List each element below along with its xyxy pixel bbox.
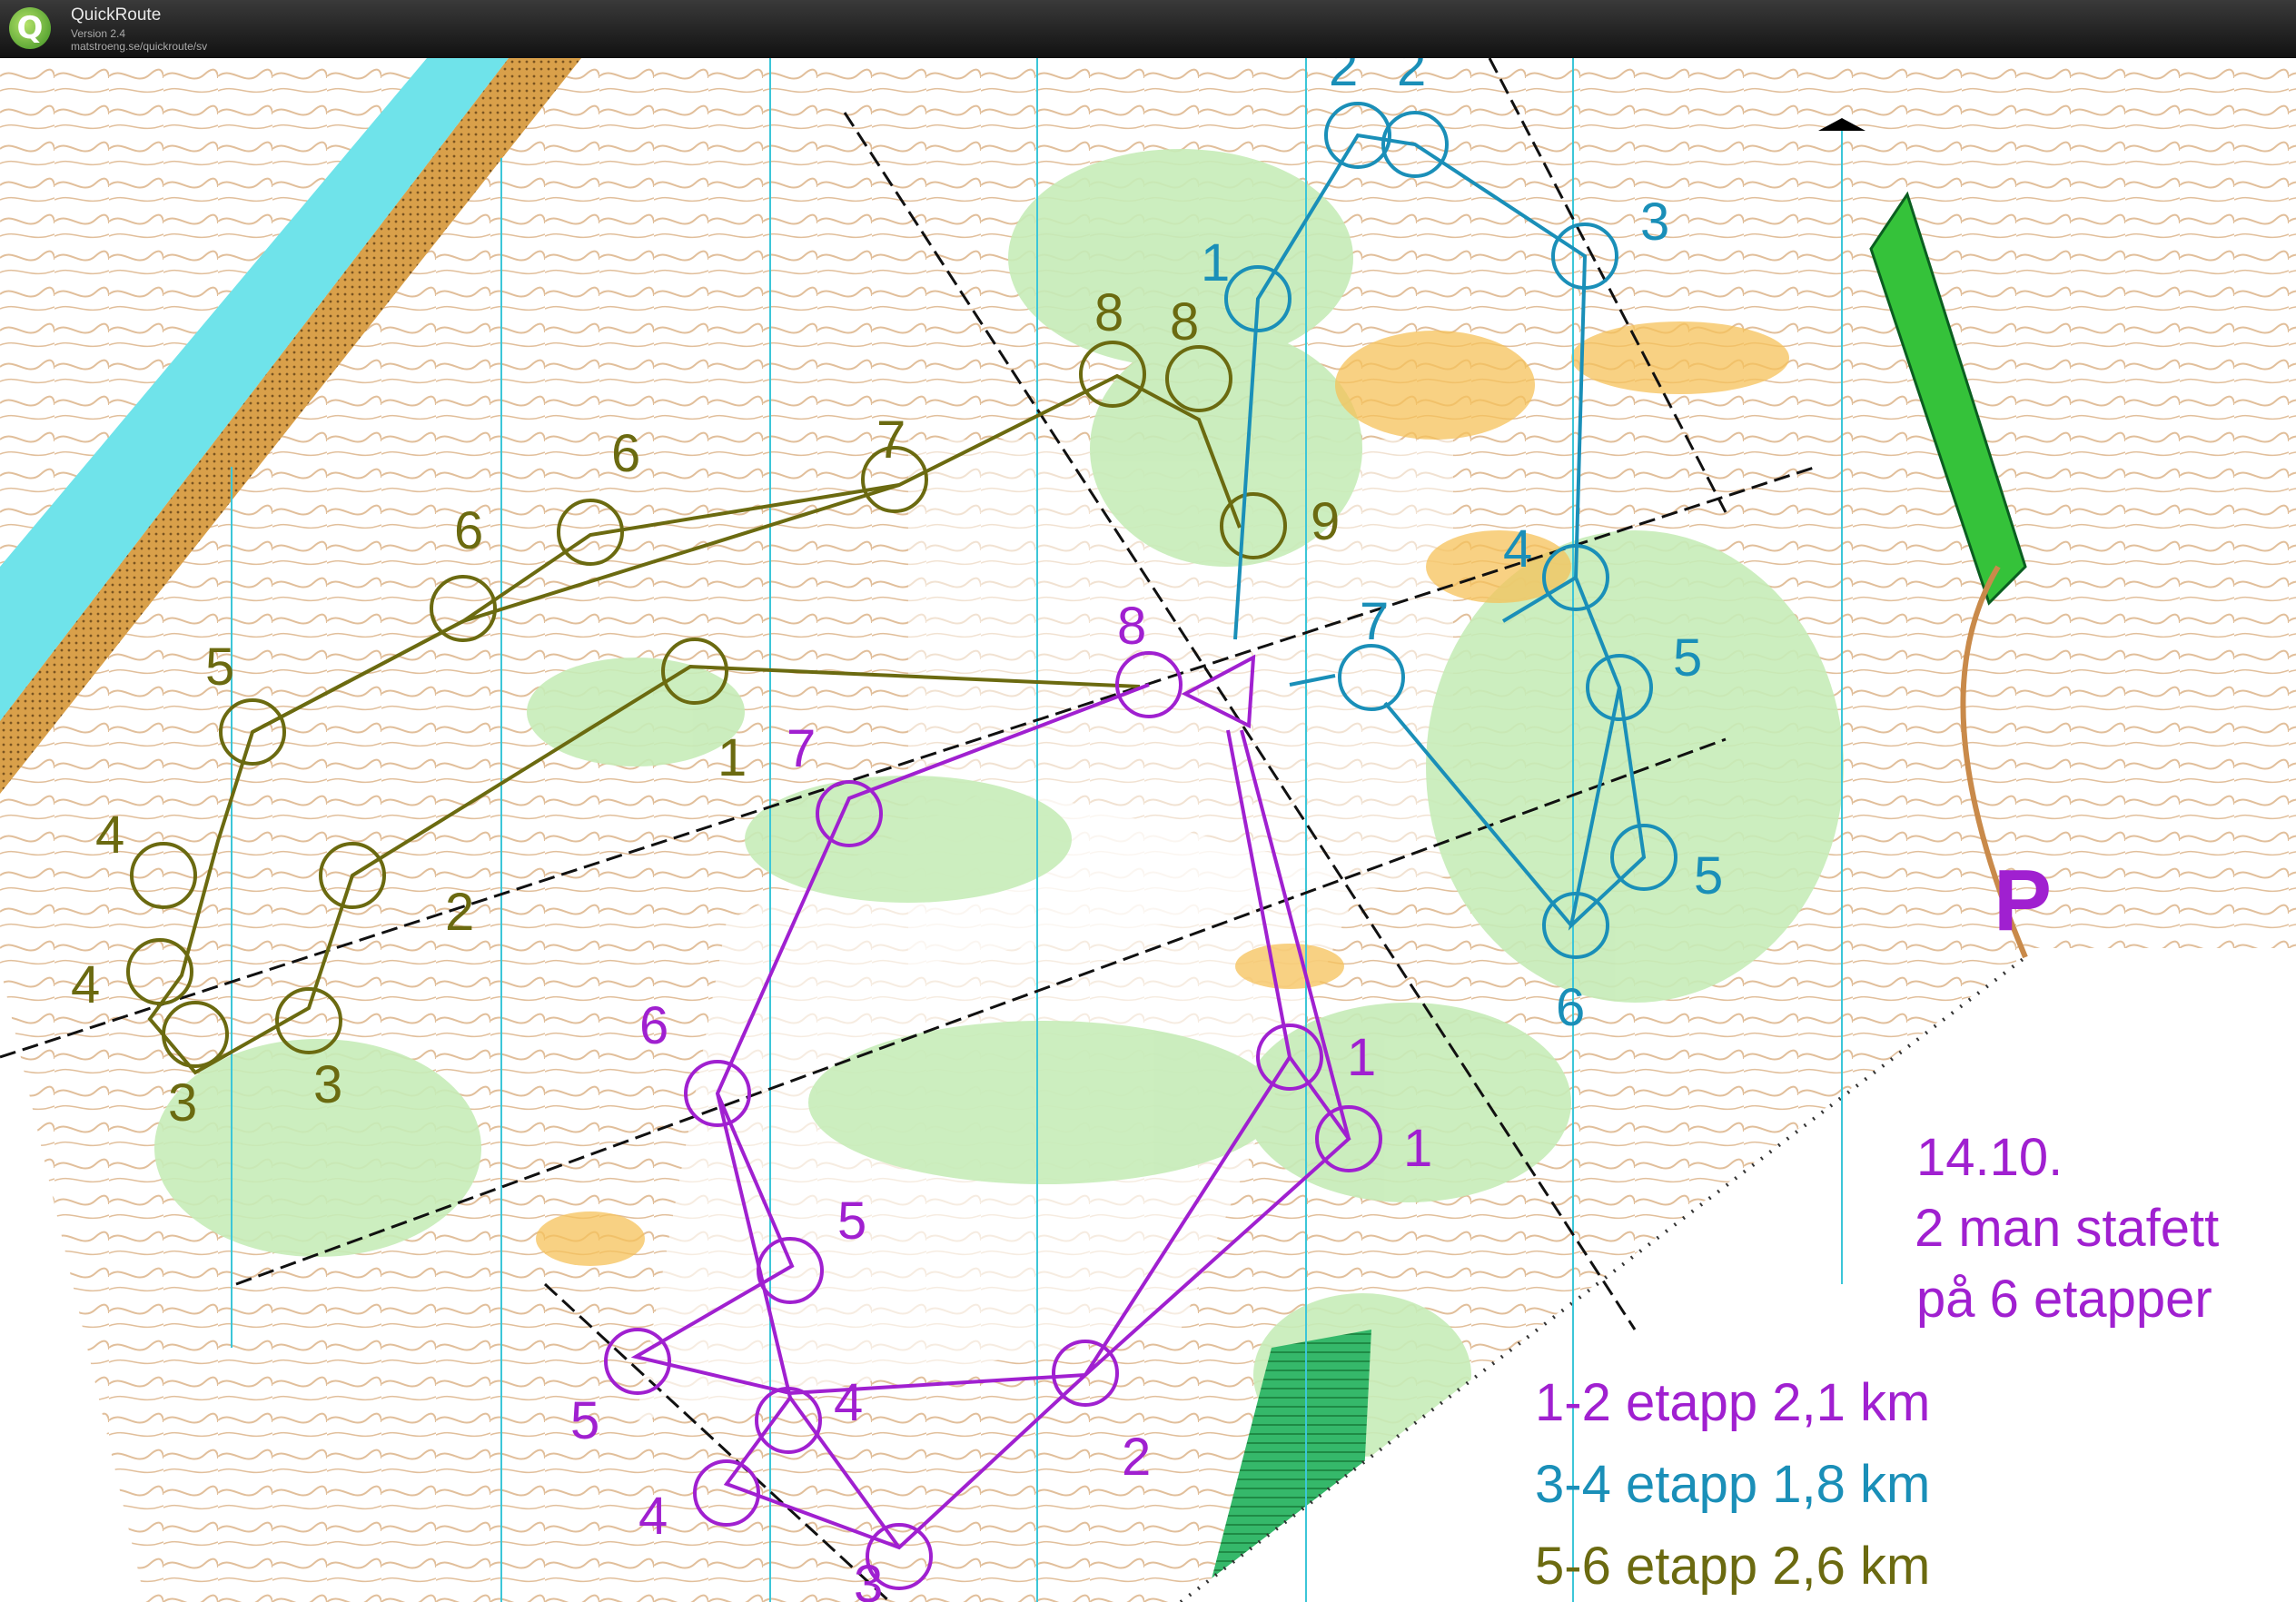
control-number-label: 4 bbox=[95, 806, 124, 865]
control-number-label: 5 bbox=[570, 1391, 599, 1450]
control-number-label: 3 bbox=[168, 1073, 197, 1132]
control-number-label: 7 bbox=[787, 719, 816, 778]
control-number-label: 4 bbox=[638, 1487, 668, 1546]
parking-symbol: P bbox=[1994, 852, 2052, 949]
control-number-label: 5 bbox=[1673, 628, 1702, 687]
legend-stages: på 6 etapper bbox=[1916, 1270, 2212, 1329]
legend-date: 14.10. bbox=[1916, 1128, 2063, 1187]
control-number-label: 1 bbox=[718, 728, 747, 787]
control-number-label: 3 bbox=[313, 1055, 342, 1114]
legend-leg-1-2: 1-2 etapp 2,1 km bbox=[1535, 1373, 1930, 1432]
control-number-label: 1 bbox=[1347, 1028, 1376, 1087]
control-number-label: 6 bbox=[454, 501, 483, 560]
orienteering-map-viewport[interactable]: 8 8 7 6 6 5 4 4 3 3 2 1 9 2 2 1 3 4 5 5 … bbox=[0, 58, 2296, 1602]
control-number-label: 8 bbox=[1094, 283, 1123, 342]
control-number-label: 4 bbox=[71, 955, 100, 1014]
control-number-label: 8 bbox=[1117, 597, 1146, 656]
control-number-label: 9 bbox=[1311, 492, 1340, 551]
control-number-label: 7 bbox=[1360, 592, 1389, 651]
orienteering-map[interactable]: 8 8 7 6 6 5 4 4 3 3 2 1 9 2 2 1 3 4 5 5 … bbox=[0, 58, 2296, 1602]
quickroute-logo-icon: Q bbox=[9, 7, 51, 49]
control-number-label: 6 bbox=[1556, 978, 1585, 1037]
control-number-label: 2 bbox=[1122, 1428, 1151, 1487]
app-url: matstroeng.se/quickroute/sv bbox=[71, 40, 208, 53]
app-name: QuickRoute bbox=[71, 5, 162, 25]
control-number-label: 3 bbox=[1640, 193, 1669, 252]
control-number-label: 5 bbox=[1694, 846, 1723, 905]
legend-relay-type: 2 man stafett bbox=[1915, 1199, 2219, 1258]
control-number-label: 8 bbox=[1170, 292, 1199, 351]
legend-leg-3-4: 3-4 etapp 1,8 km bbox=[1535, 1455, 1930, 1514]
title-bar: Q QuickRoute Version 2.4 matstroeng.se/q… bbox=[0, 0, 2296, 58]
control-number-label: 2 bbox=[1397, 58, 1426, 97]
control-number-label: 6 bbox=[611, 424, 640, 483]
control-number-label: 2 bbox=[445, 883, 474, 942]
control-number-label: 4 bbox=[834, 1373, 863, 1432]
control-number-label: 4 bbox=[1503, 519, 1532, 578]
control-number-label: 2 bbox=[1329, 58, 1358, 97]
control-number-label: 7 bbox=[876, 410, 906, 470]
control-number-label: 1 bbox=[1201, 233, 1230, 292]
control-number-label: 5 bbox=[837, 1192, 866, 1251]
legend-leg-5-6: 5-6 etapp 2,6 km bbox=[1535, 1537, 1930, 1596]
control-number-label: 3 bbox=[854, 1555, 883, 1602]
control-number-label: 1 bbox=[1403, 1119, 1432, 1178]
control-number-label: 6 bbox=[639, 996, 668, 1055]
app-version: Version 2.4 bbox=[71, 27, 126, 40]
control-number-label: 5 bbox=[205, 638, 234, 697]
